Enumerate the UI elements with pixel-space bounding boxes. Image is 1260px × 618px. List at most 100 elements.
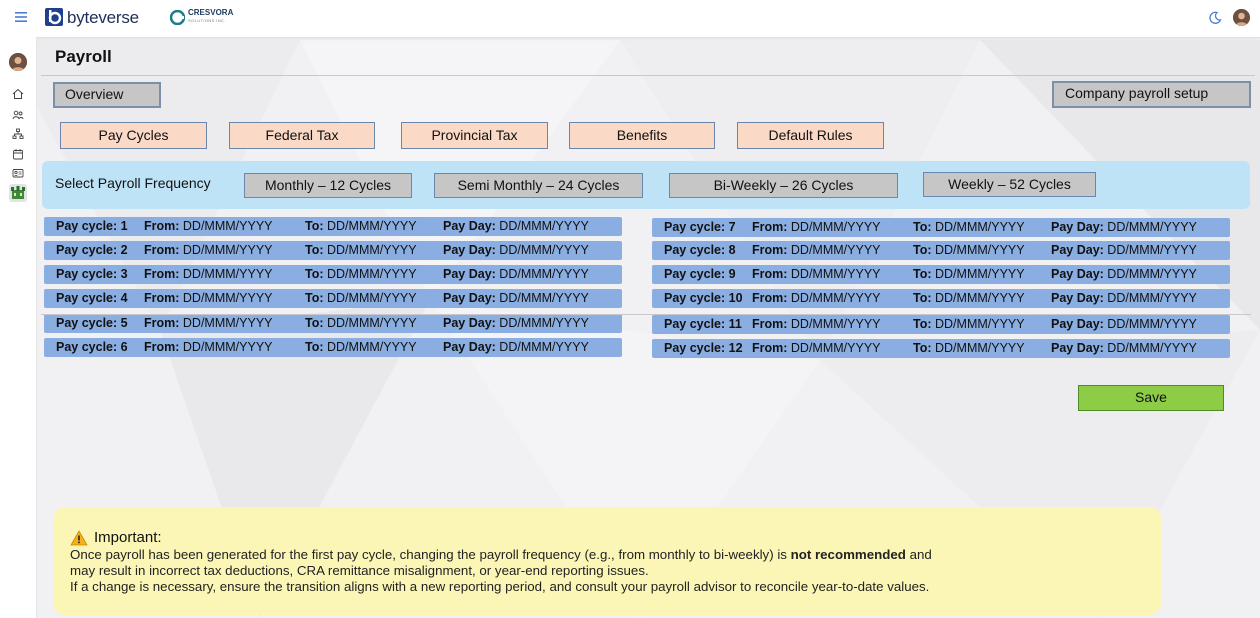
pay-cycle-to[interactable]: To: DD/MMM/YYYY: [913, 265, 1025, 284]
id-card-icon[interactable]: [12, 167, 24, 179]
pay-cycle-payday[interactable]: Pay Day: DD/MMM/YYYY: [443, 289, 589, 308]
pay-cycle-to[interactable]: To: DD/MMM/YYYY: [913, 289, 1025, 308]
tab-federal-tax[interactable]: Federal Tax: [229, 122, 375, 149]
save-button[interactable]: Save: [1078, 385, 1224, 411]
payroll-icon: [11, 186, 25, 199]
pay-cycle-from[interactable]: From: DD/MMM/YYYY: [752, 315, 881, 334]
overview-button[interactable]: Overview: [53, 82, 161, 108]
pay-cycle-to[interactable]: To: DD/MMM/YYYY: [913, 241, 1025, 260]
pay-cycle-row[interactable]: Pay cycle: 12 From: DD/MMM/YYYY To: DD/MMM…: [652, 339, 1230, 358]
calendar-icon[interactable]: [12, 148, 24, 160]
pay-cycle-payday[interactable]: Pay Day: DD/MMM/YYYY: [443, 314, 589, 333]
pay-cycle-to[interactable]: To: DD/MMM/YYYY: [305, 265, 417, 284]
pay-cycle-row[interactable]: Pay cycle: 1 From: DD/MMM/YYYY To: DD/MMM/…: [44, 217, 622, 236]
pay-cycle-to-label: To:: [913, 220, 932, 234]
pay-cycle-row[interactable]: Pay cycle: 10 From: DD/MMM/YYYY To: DD/MMM…: [652, 289, 1230, 308]
pay-cycle-from-label: From:: [752, 341, 788, 355]
brand-name[interactable]: byteverse: [67, 8, 139, 28]
pay-cycle-payday[interactable]: Pay Day: DD/MMM/YYYY: [443, 217, 589, 236]
pay-cycle-row[interactable]: Pay cycle: 3 From: DD/MMM/YYYY To: DD/MMM/…: [44, 265, 622, 284]
pay-cycle-to-label: To:: [913, 291, 932, 305]
pay-cycle-payday[interactable]: Pay Day: DD/MMM/YYYY: [1051, 289, 1197, 308]
pay-cycle-label-label: Pay cycle: 8: [664, 243, 736, 257]
pay-cycle-from[interactable]: From: DD/MMM/YYYY: [752, 241, 881, 260]
partner-name: CRESVORA: [188, 8, 234, 17]
cycle-divider: [41, 314, 1251, 315]
pay-cycle-row[interactable]: Pay cycle: 5 From: DD/MMM/YYYY To: DD/MMM/…: [44, 314, 622, 333]
tab-default-rules[interactable]: Default Rules: [737, 122, 884, 149]
pay-cycle-row[interactable]: Pay cycle: 7 From: DD/MMM/YYYY To: DD/MMM/…: [652, 218, 1230, 237]
pay-cycle-from[interactable]: From: DD/MMM/YYYY: [144, 314, 273, 333]
pay-cycle-row[interactable]: Pay cycle: 11 From: DD/MMM/YYYY To: DD/MMM…: [652, 315, 1230, 334]
pay-cycle-from[interactable]: From: DD/MMM/YYYY: [752, 218, 881, 237]
pay-cycle-to-label: To:: [305, 340, 324, 354]
pay-cycle-payday[interactable]: Pay Day: DD/MMM/YYYY: [1051, 265, 1197, 284]
pay-cycle-payday[interactable]: Pay Day: DD/MMM/YYYY: [443, 241, 589, 260]
pay-cycle-from-label: From:: [752, 220, 788, 234]
pay-cycle-to[interactable]: To: DD/MMM/YYYY: [913, 218, 1025, 237]
pay-cycle-row[interactable]: Pay cycle: 9 From: DD/MMM/YYYY To: DD/MMM/…: [652, 265, 1230, 284]
pay-cycle-payday-value: DD/MMM/YYYY: [1107, 267, 1197, 281]
frequency-bi-weekly-button[interactable]: Bi-Weekly – 26 Cycles: [669, 173, 898, 198]
pay-cycle-from[interactable]: From: DD/MMM/YYYY: [752, 265, 881, 284]
pay-cycle-from[interactable]: From: DD/MMM/YYYY: [752, 289, 881, 308]
pay-cycle-to-value: DD/MMM/YYYY: [327, 340, 417, 354]
pay-cycle-from[interactable]: From: DD/MMM/YYYY: [144, 265, 273, 284]
frequency-semi-monthly-button[interactable]: Semi Monthly – 24 Cycles: [434, 173, 643, 198]
pay-cycle-from[interactable]: From: DD/MMM/YYYY: [144, 241, 273, 260]
tab-benefits[interactable]: Benefits: [569, 122, 715, 149]
org-chart-icon[interactable]: [12, 128, 24, 140]
pay-cycle-label: Pay cycle: 3: [56, 265, 128, 284]
cresvora-logo-icon: [170, 10, 185, 25]
pay-cycle-payday[interactable]: Pay Day: DD/MMM/YYYY: [1051, 339, 1197, 358]
pay-cycle-to[interactable]: To: DD/MMM/YYYY: [305, 314, 417, 333]
pay-cycle-to[interactable]: To: DD/MMM/YYYY: [305, 289, 417, 308]
tab-pay-cycles[interactable]: Pay Cycles: [60, 122, 207, 149]
user-avatar[interactable]: [1233, 9, 1250, 26]
sidebar-item-payroll[interactable]: [9, 184, 27, 202]
pay-cycle-label-label: Pay cycle: 6: [56, 340, 128, 354]
pay-cycle-to[interactable]: To: DD/MMM/YYYY: [913, 339, 1025, 358]
pay-cycle-row[interactable]: Pay cycle: 6 From: DD/MMM/YYYY To: DD/MMM/…: [44, 338, 622, 357]
pay-cycle-row[interactable]: Pay cycle: 4 From: DD/MMM/YYYY To: DD/MMM/…: [44, 289, 622, 308]
pay-cycle-payday[interactable]: Pay Day: DD/MMM/YYYY: [443, 338, 589, 357]
pay-cycle-to[interactable]: To: DD/MMM/YYYY: [305, 241, 417, 260]
users-icon[interactable]: [12, 109, 24, 121]
home-icon[interactable]: [12, 88, 24, 100]
company-payroll-setup-button[interactable]: Company payroll setup: [1052, 81, 1251, 108]
byteverse-logo-icon: [45, 8, 63, 26]
pay-cycle-label-label: Pay cycle: 5: [56, 316, 128, 330]
pay-cycle-to-label: To:: [913, 341, 932, 355]
pay-cycle-to-value: DD/MMM/YYYY: [935, 317, 1025, 331]
pay-cycle-payday[interactable]: Pay Day: DD/MMM/YYYY: [1051, 218, 1197, 237]
pay-cycle-to-label: To:: [305, 316, 324, 330]
pay-cycle-from[interactable]: From: DD/MMM/YYYY: [144, 338, 273, 357]
pay-cycle-payday[interactable]: Pay Day: DD/MMM/YYYY: [1051, 241, 1197, 260]
pay-cycle-row[interactable]: Pay cycle: 2 From: DD/MMM/YYYY To: DD/MMM/…: [44, 241, 622, 260]
pay-cycle-payday[interactable]: Pay Day: DD/MMM/YYYY: [1051, 315, 1197, 334]
pay-cycle-from[interactable]: From: DD/MMM/YYYY: [752, 339, 881, 358]
tab-provincial-tax[interactable]: Provincial Tax: [401, 122, 548, 149]
frequency-weekly-button[interactable]: Weekly – 52 Cycles: [923, 172, 1096, 197]
pay-cycle-from[interactable]: From: DD/MMM/YYYY: [144, 217, 273, 236]
pay-cycle-label: Pay cycle: 6: [56, 338, 128, 357]
pay-cycle-to[interactable]: To: DD/MMM/YYYY: [305, 217, 417, 236]
pay-cycle-payday[interactable]: Pay Day: DD/MMM/YYYY: [443, 265, 589, 284]
pay-cycle-payday-label: Pay Day:: [1051, 267, 1104, 281]
moon-icon[interactable]: [1208, 11, 1222, 25]
pay-cycle-to[interactable]: To: DD/MMM/YYYY: [305, 338, 417, 357]
pay-cycle-row[interactable]: Pay cycle: 8 From: DD/MMM/YYYY To: DD/MMM/…: [652, 241, 1230, 260]
important-notice: Important: Once payroll has been generat…: [53, 507, 1161, 615]
pay-cycle-label-label: Pay cycle: 3: [56, 267, 128, 281]
pay-cycle-to[interactable]: To: DD/MMM/YYYY: [913, 315, 1025, 334]
hamburger-menu-icon[interactable]: [14, 10, 28, 24]
notice-title: Important:: [94, 529, 162, 546]
pay-cycle-payday-label: Pay Day:: [1051, 291, 1104, 305]
pay-cycle-from-value: DD/MMM/YYYY: [790, 291, 881, 305]
frequency-monthly-button[interactable]: Monthly – 12 Cycles: [244, 173, 412, 198]
pay-cycle-from[interactable]: From: DD/MMM/YYYY: [144, 289, 273, 308]
sidebar-avatar[interactable]: [9, 53, 27, 71]
avatar-icon: [9, 53, 27, 71]
pay-cycle-from-value: DD/MMM/YYYY: [182, 316, 273, 330]
pay-cycle-from-label: From:: [144, 316, 180, 330]
